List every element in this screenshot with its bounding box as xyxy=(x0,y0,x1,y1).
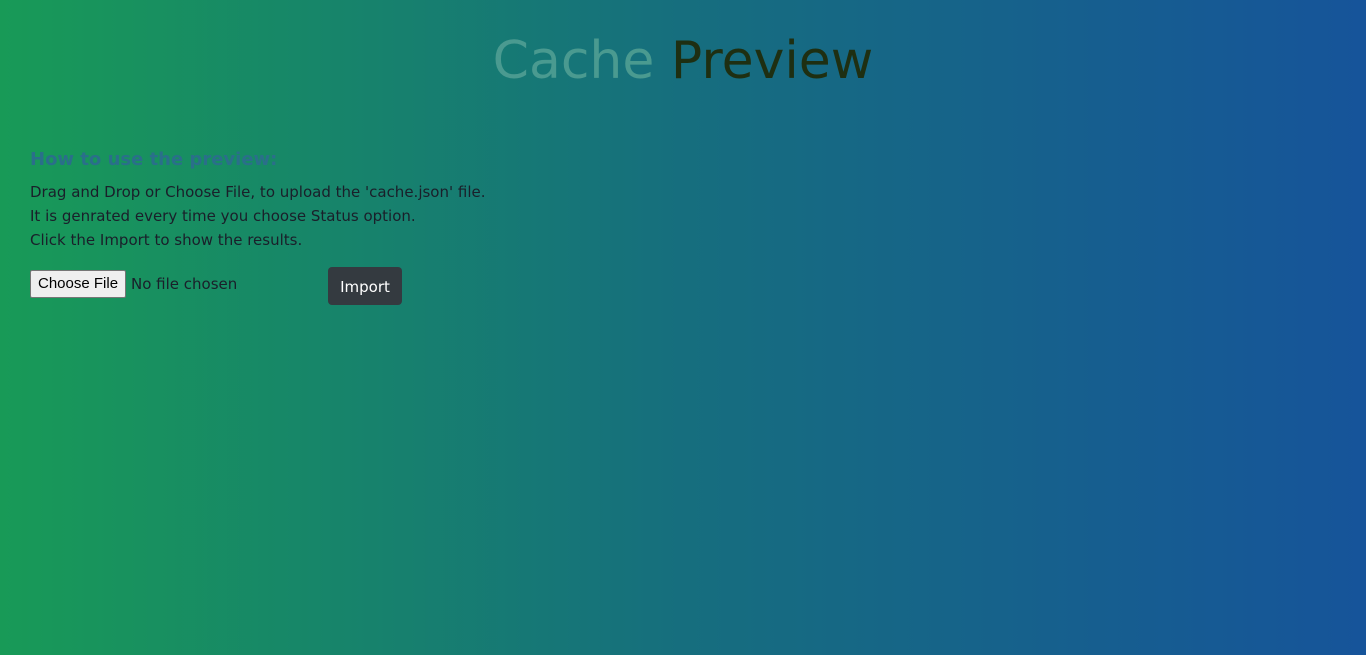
page-title-cache: Cache xyxy=(492,31,655,91)
page-title: Cache Preview xyxy=(0,28,1366,94)
upload-controls: Choose File No file chosen Import xyxy=(30,267,430,305)
page-title-preview: Preview xyxy=(670,31,874,91)
instructions-panel: How to use the preview: Drag and Drop or… xyxy=(30,146,486,252)
file-status-text: No file chosen xyxy=(131,275,238,293)
instruction-line-1: Drag and Drop or Choose File, to upload … xyxy=(30,183,486,201)
instruction-line-3: Click the Import to show the results. xyxy=(30,231,303,249)
instructions-heading: How to use the preview: xyxy=(30,149,278,170)
import-button[interactable]: Import xyxy=(328,267,402,305)
instruction-line-2: It is genrated every time you choose Sta… xyxy=(30,207,416,225)
choose-file-button[interactable]: Choose File xyxy=(30,270,127,298)
